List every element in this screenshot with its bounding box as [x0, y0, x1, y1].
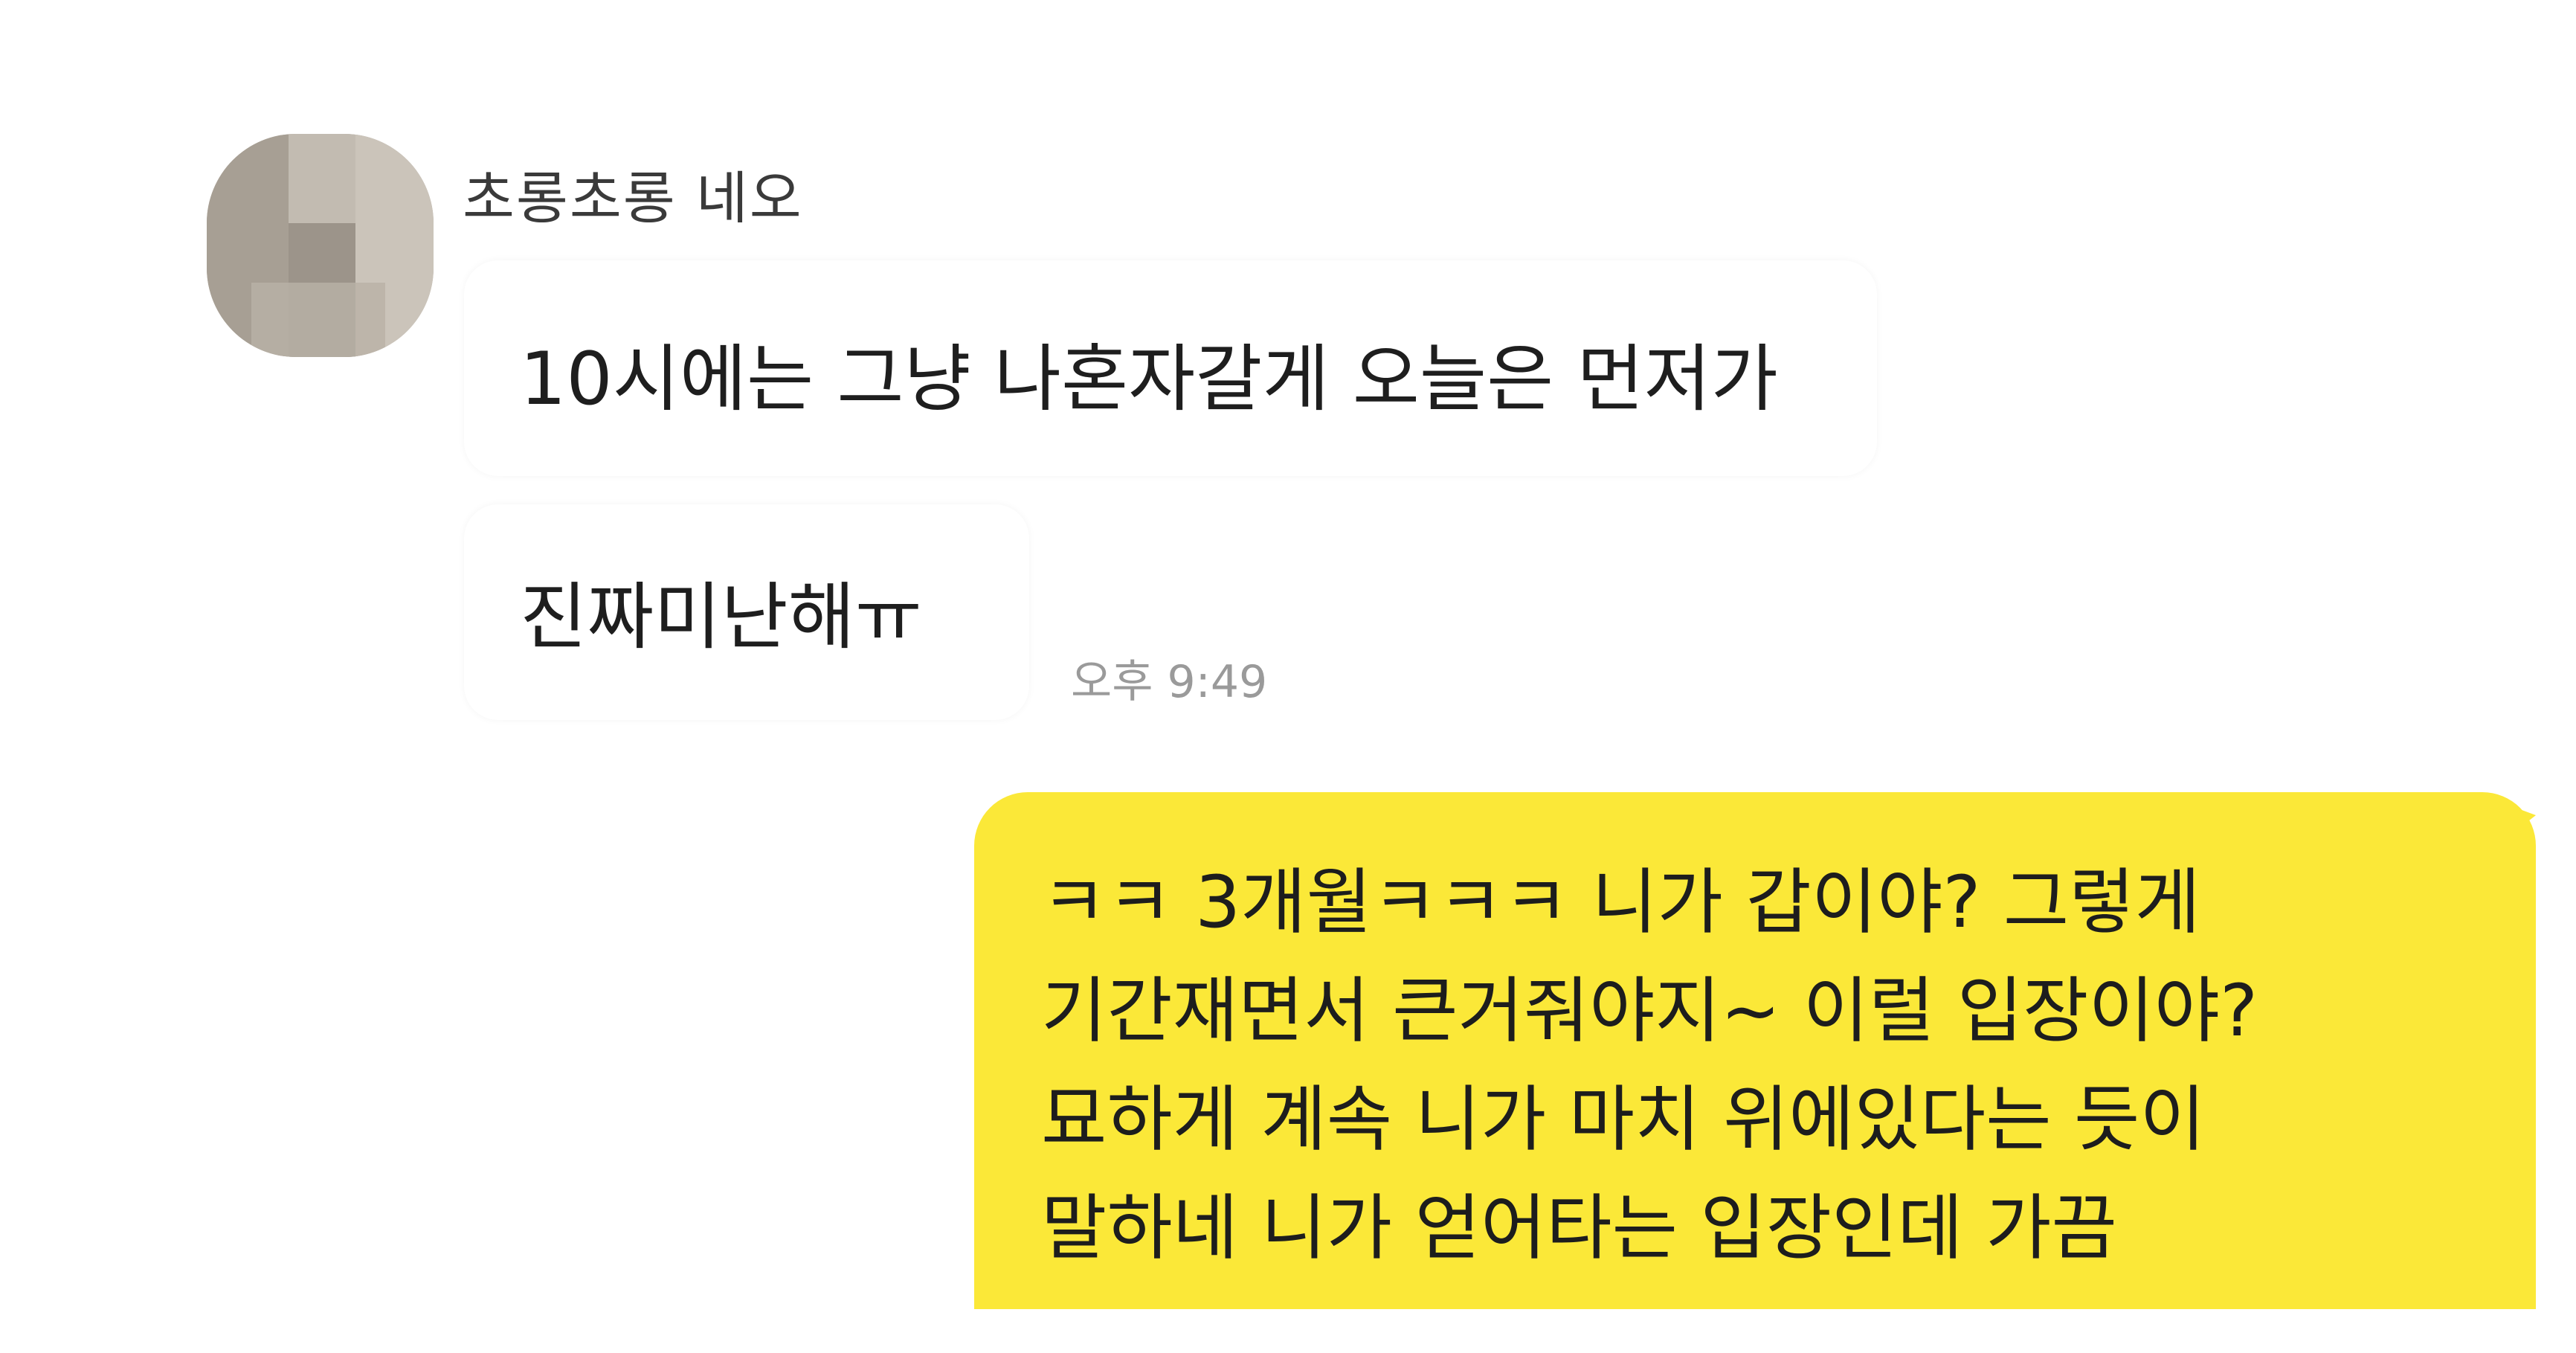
- sender-name: 초롱초롱 네오: [463, 165, 803, 231]
- outgoing-message-line: ㅋㅋ 3개월ㅋㅋㅋ 니가 갑이야? 그렇게: [1041, 861, 2200, 944]
- incoming-message-text: 진짜미난해ㅠ: [520, 575, 922, 660]
- incoming-message-bubble[interactable]: 10시에는 그냥 나혼자갈게 오늘은 먼저가: [464, 260, 1877, 476]
- avatar-blur-tile: [251, 283, 385, 357]
- outgoing-message-bubble[interactable]: ㅋㅋ 3개월ㅋㅋㅋ 니가 갑이야? 그렇게 기간재면서 큰거줘야지~ 이럴 입장…: [974, 792, 2536, 1353]
- outgoing-message-line: 묘하게 계속 니가 마치 위에있다는 듯이: [1041, 1078, 2206, 1161]
- screenshot-crop-edge: [0, 1309, 2576, 1353]
- outgoing-message-line: 기간재면서 큰거줘야지~ 이럴 입장이야?: [1041, 969, 2258, 1052]
- message-timestamp: 오후 9:49: [1071, 656, 1268, 708]
- incoming-message-bubble[interactable]: 진짜미난해ㅠ: [464, 504, 1029, 720]
- outgoing-message-line: 말하네 니가 얻어타는 입장인데 가끔: [1041, 1186, 2117, 1270]
- avatar-blur-tile: [289, 134, 355, 223]
- incoming-message-text: 10시에는 그냥 나혼자갈게 오늘은 먼저가: [520, 337, 1778, 422]
- chat-screen: 초롱초롱 네오 10시에는 그냥 나혼자갈게 오늘은 먼저가 진짜미난해ㅠ 오후…: [0, 0, 2576, 1353]
- sender-avatar[interactable]: [207, 134, 434, 357]
